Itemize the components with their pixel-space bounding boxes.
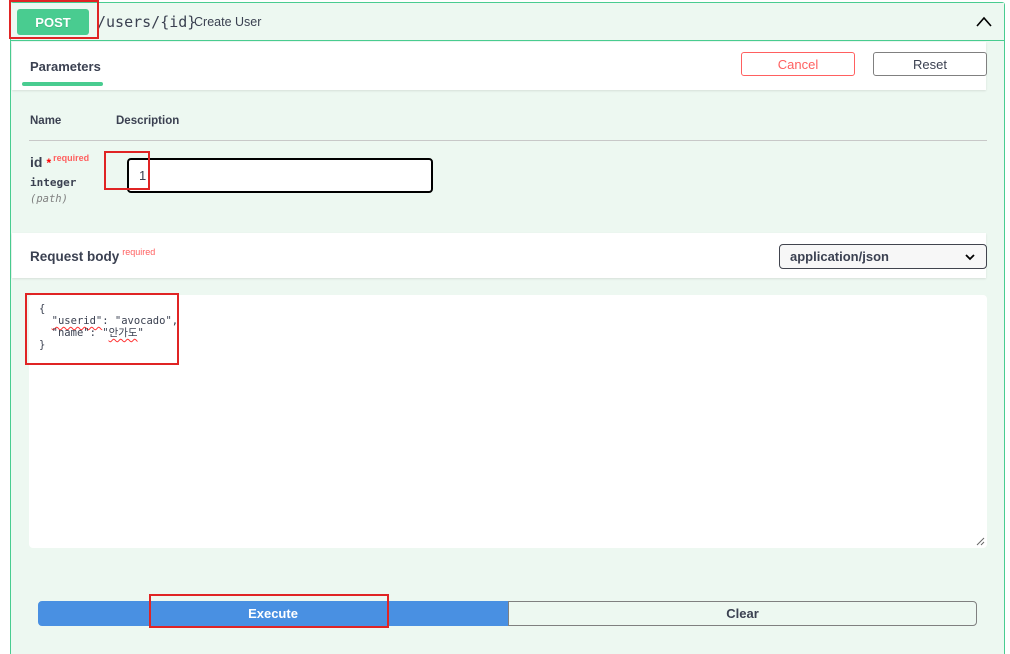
content-type-select[interactable]: application/json: [779, 244, 987, 269]
chevron-down-icon: [965, 254, 975, 261]
header-divider: [29, 140, 987, 141]
execute-wrapper: Execute Clear: [38, 601, 978, 626]
json-key-userid: "userid": [51, 315, 103, 327]
operation-header[interactable]: POST /users/{id} Create User: [11, 3, 1004, 41]
param-type: integer: [30, 176, 77, 189]
parameters-tab-bar: Parameters Cancel Reset: [12, 42, 987, 90]
reset-button[interactable]: Reset: [873, 52, 987, 76]
operation-panel: POST /users/{id} Create User Parameters …: [10, 2, 1005, 654]
request-body-editor[interactable]: { "userid": "avocado", "name": "안가도" }: [29, 295, 987, 548]
json-line-4: }: [39, 339, 46, 351]
json-line-3: "name": "안가도": [52, 327, 144, 339]
json-value-name: 안가도: [108, 327, 138, 339]
chevron-up-icon[interactable]: [974, 12, 994, 32]
json-value-userid: : "avocado",: [102, 315, 179, 327]
id-input[interactable]: [127, 158, 433, 193]
json-line-1: {: [39, 303, 46, 315]
json-separator: : ": [89, 327, 109, 339]
cancel-button[interactable]: Cancel: [741, 52, 855, 76]
param-name: id * required: [30, 153, 90, 170]
execute-button[interactable]: Execute: [38, 601, 508, 626]
request-body-title-text: Request body: [30, 249, 120, 264]
param-name-text: id: [30, 154, 43, 170]
endpoint-path: /users/{id}: [97, 13, 197, 31]
request-body-title: Request body required: [30, 247, 156, 264]
content-type-value: application/json: [790, 249, 889, 264]
resize-handle-icon[interactable]: [976, 537, 985, 546]
json-key-name: "name": [51, 327, 90, 339]
tab-parameters[interactable]: Parameters: [20, 51, 111, 85]
endpoint-summary: Create User: [194, 15, 262, 29]
json-line-2: "userid": "avocado",: [52, 315, 178, 327]
request-body-bar: Request body required application/json: [12, 233, 987, 278]
column-header-name: Name: [30, 115, 62, 127]
method-badge: POST: [17, 9, 89, 35]
required-star: *: [46, 156, 52, 170]
param-location: (path): [30, 193, 68, 205]
tab-active-indicator: [22, 82, 103, 86]
param-required-label: required: [53, 153, 90, 163]
clear-button[interactable]: Clear: [508, 601, 977, 626]
json-quote-end: ": [137, 327, 144, 339]
column-header-description: Description: [116, 115, 180, 127]
request-body-required-label: required: [122, 247, 156, 257]
